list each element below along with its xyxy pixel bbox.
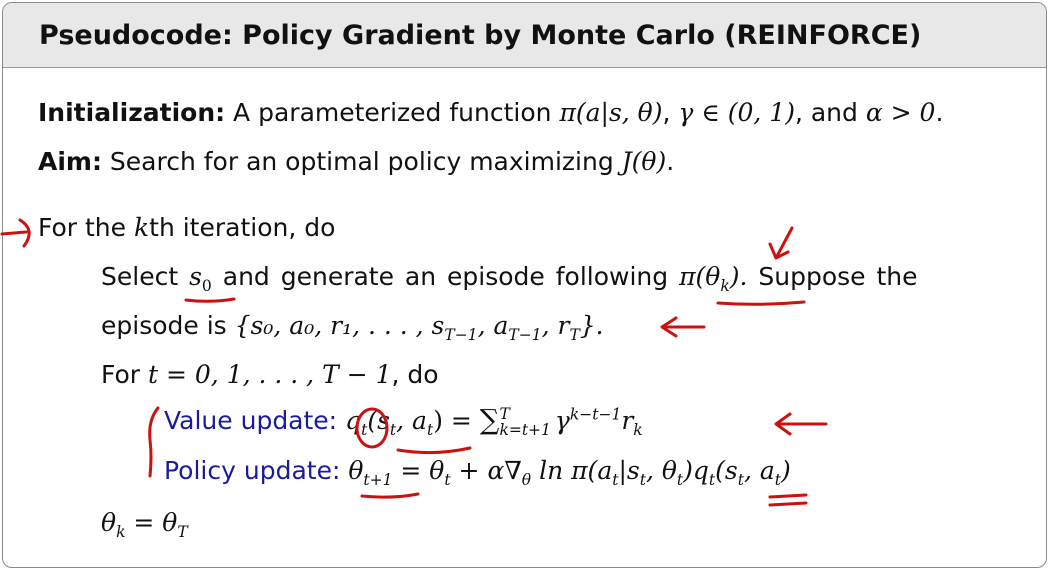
- value-r: r: [621, 406, 634, 435]
- sum-limits: Tk=t+1: [499, 404, 551, 439]
- value-q: q: [345, 406, 362, 435]
- title-text: Pseudocode: Policy Gradient by Monte Car…: [39, 19, 922, 51]
- episode-line: episode is {s₀, a₀, r₁, . . . , sT−1, aT…: [101, 311, 604, 344]
- policy-theta: θ: [348, 456, 364, 485]
- aim-end: .: [666, 147, 675, 176]
- select-pi-end: ).: [729, 262, 748, 291]
- aim-objective: J(θ): [621, 147, 667, 176]
- init-label: Initialization:: [38, 98, 226, 127]
- policy-rest2: ln π(a: [531, 456, 613, 485]
- final-lhs: θ: [101, 508, 117, 537]
- for-t-text2: , do: [391, 360, 439, 389]
- sum-symbol: ∑: [479, 404, 500, 436]
- select-line: Select s0 and generate an episode follow…: [101, 262, 918, 295]
- policy-update-label: Policy update:: [164, 456, 349, 485]
- policy-rest3: |s: [618, 456, 640, 485]
- aim-text: Search for an optimal policy maximizing: [101, 147, 622, 176]
- init-text4: .: [935, 98, 944, 127]
- episode-sub1: T−1: [444, 326, 478, 344]
- loop-line: For the kth iteration, do: [38, 213, 335, 242]
- final-rhs-sub: T: [177, 523, 188, 541]
- select-s0-sub: 0: [201, 277, 212, 295]
- policy-rest5: )q: [683, 456, 709, 485]
- policy-theta-sub: t+1: [363, 471, 393, 489]
- sum-bottom: k=t+1: [499, 421, 551, 439]
- policy-nabla-sub: θ: [521, 471, 532, 489]
- sum-top: T: [499, 404, 510, 423]
- loop-text1: For the: [38, 213, 134, 242]
- policy-rest4: , θ: [645, 456, 677, 485]
- select-text3: Suppose the: [747, 262, 918, 291]
- value-args3: ) =: [433, 406, 480, 435]
- policy-eq: = θ: [392, 456, 445, 485]
- policy-rest1: + α∇: [450, 456, 522, 485]
- policy-rest7: , a: [743, 456, 775, 485]
- episode-mid2: , r: [541, 311, 570, 340]
- value-gamma: γ: [554, 406, 570, 435]
- episode-sub2: T−1: [508, 326, 542, 344]
- episode-set: {s₀, a₀, r₁, . . . , s: [234, 311, 445, 340]
- init-line: Initialization: A parameterized function…: [38, 98, 943, 127]
- loop-k: k: [133, 213, 150, 242]
- value-args: (s: [367, 406, 390, 435]
- select-s0: s: [189, 262, 202, 291]
- aim-label: Aim:: [38, 147, 102, 176]
- loop-text2: th iteration, do: [149, 213, 336, 242]
- episode-sub3: T: [569, 326, 580, 344]
- for-t-text1: For: [101, 360, 149, 389]
- aim-line: Aim: Search for an optimal policy maximi…: [38, 147, 674, 176]
- select-pi-sub: k: [720, 277, 730, 295]
- policy-update-line: Policy update: θt+1 = θt + α∇θ ln π(at|s…: [164, 456, 791, 489]
- select-text1: Select: [101, 262, 190, 291]
- select-text2: and generate an episode following: [211, 262, 680, 291]
- init-gamma: γ ∈ (0, 1): [678, 98, 795, 127]
- select-pi: π(θ: [679, 262, 721, 291]
- value-update-line: Value update: qt(st, at) = ∑ Tk=t+1 γk−t−1…: [164, 404, 643, 439]
- value-args2: , a: [396, 406, 427, 435]
- init-alpha: α > 0: [865, 98, 936, 127]
- final-line: θk = θT: [101, 508, 188, 541]
- policy-rest8: ): [781, 456, 791, 485]
- init-text1: A parameterized function: [225, 98, 560, 127]
- episode-end: }.: [579, 311, 604, 340]
- episode-mid: , a: [477, 311, 509, 340]
- init-func: π(a|s, θ): [559, 98, 663, 127]
- final-eq: = θ: [125, 508, 178, 537]
- box-title: Pseudocode: Policy Gradient by Monte Car…: [3, 3, 1046, 68]
- value-r-sub: k: [633, 421, 643, 439]
- value-gamma-exp: k−t−1: [569, 405, 622, 424]
- policy-rest6: (s: [715, 456, 738, 485]
- for-t-range: t = 0, 1, . . . , T − 1: [148, 360, 392, 389]
- for-t-line: For t = 0, 1, . . . , T − 1, do: [101, 360, 439, 389]
- init-text2: ,: [662, 98, 679, 127]
- init-text3: , and: [794, 98, 866, 127]
- value-update-label: Value update:: [164, 406, 346, 435]
- episode-text1: episode is: [101, 311, 235, 340]
